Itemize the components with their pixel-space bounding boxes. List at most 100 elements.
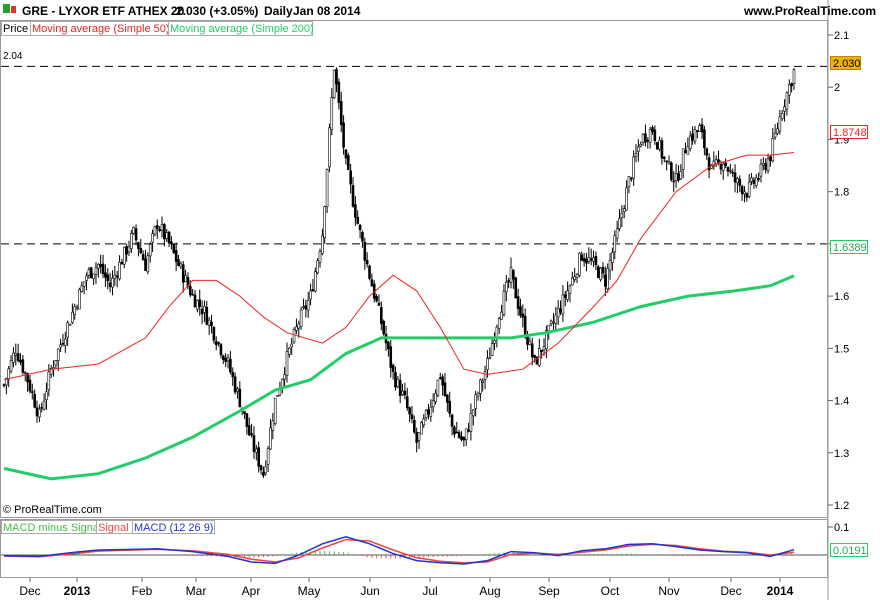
candle-body bbox=[33, 393, 36, 408]
candle-body bbox=[153, 226, 157, 235]
candle-body bbox=[56, 348, 60, 361]
candle-body bbox=[637, 146, 640, 152]
candle-body bbox=[410, 414, 414, 420]
candle-body bbox=[89, 267, 93, 278]
x-tick-label: Sep bbox=[538, 584, 560, 598]
candle-body bbox=[573, 276, 576, 280]
candle-body bbox=[696, 130, 699, 132]
candle-body bbox=[615, 228, 619, 239]
candle-body bbox=[92, 273, 95, 279]
candle-body bbox=[431, 400, 435, 408]
candle-body bbox=[288, 347, 291, 355]
candle-body bbox=[608, 260, 612, 271]
candle-body bbox=[323, 206, 327, 239]
candle-body bbox=[413, 419, 416, 433]
candle-body bbox=[514, 277, 518, 299]
candle-body bbox=[368, 265, 371, 279]
macd-legend: MACD minus Signal Signal MACD (12 26 9) bbox=[1, 520, 215, 534]
candle-body bbox=[302, 306, 305, 308]
candle-body bbox=[495, 326, 499, 339]
candle-body bbox=[523, 315, 527, 338]
badge-ma200-text: 1.6389 bbox=[833, 242, 867, 254]
candle-body bbox=[634, 153, 638, 157]
candle-body bbox=[257, 447, 260, 467]
candle-body bbox=[276, 395, 279, 397]
candle-body bbox=[479, 379, 482, 394]
candle-body bbox=[729, 170, 732, 172]
candle-body bbox=[578, 252, 581, 276]
candle-body bbox=[542, 346, 546, 351]
candle-body bbox=[403, 390, 407, 396]
candle-body bbox=[549, 320, 553, 325]
candle-body bbox=[214, 341, 218, 346]
candle-body bbox=[165, 232, 169, 239]
candle-body bbox=[113, 274, 117, 279]
candle-body bbox=[721, 163, 725, 171]
candle-body bbox=[417, 432, 421, 441]
candle-body bbox=[181, 264, 185, 283]
candle-body bbox=[764, 163, 768, 170]
candle-body bbox=[613, 235, 617, 253]
candle-body bbox=[23, 372, 27, 374]
badge-macd: 0.0191 bbox=[830, 543, 868, 557]
macd-axis: 0.1 bbox=[828, 522, 849, 534]
candle-body bbox=[28, 379, 32, 392]
candle-body bbox=[512, 269, 515, 280]
candle-body bbox=[773, 132, 777, 138]
candle-body bbox=[644, 133, 647, 143]
candle-body bbox=[582, 258, 586, 262]
candle-body bbox=[405, 396, 409, 409]
candle-body bbox=[686, 146, 690, 155]
candle-body bbox=[587, 257, 591, 262]
price-chart[interactable]: GRE - LYXOR ETF ATHEX 20 2.030 (+3.05%) … bbox=[0, 0, 880, 600]
candle-body bbox=[247, 425, 251, 436]
candle-body bbox=[394, 372, 397, 388]
candle-body bbox=[639, 144, 643, 147]
candle-body bbox=[316, 260, 319, 274]
candle-body bbox=[787, 84, 791, 96]
candle-body bbox=[606, 268, 610, 290]
candle-body bbox=[540, 349, 543, 352]
candle-body bbox=[262, 471, 265, 476]
candle-body bbox=[266, 448, 270, 465]
candle-body bbox=[321, 235, 324, 254]
candle-body bbox=[370, 279, 374, 287]
candle-body bbox=[179, 263, 183, 267]
candle-body bbox=[99, 264, 102, 267]
candle-body bbox=[483, 371, 487, 380]
candle-body bbox=[144, 258, 147, 271]
candle-body bbox=[210, 321, 213, 327]
candle-body bbox=[743, 191, 746, 195]
candle-body bbox=[530, 343, 534, 358]
candle-body bbox=[358, 224, 362, 231]
candle-body bbox=[14, 353, 18, 356]
candle-body bbox=[339, 101, 343, 125]
candle-body bbox=[519, 306, 522, 316]
brand-link[interactable]: www.ProRealTime.com bbox=[743, 4, 876, 18]
candle-body bbox=[155, 225, 159, 230]
candle-body bbox=[141, 254, 145, 261]
candle-body bbox=[299, 309, 303, 327]
candle-body bbox=[47, 371, 51, 391]
candle-body bbox=[438, 377, 442, 379]
candle-body bbox=[396, 378, 400, 388]
candle-body bbox=[97, 264, 100, 269]
candle-body bbox=[222, 355, 225, 360]
x-tick-label: 2013 bbox=[64, 584, 91, 598]
candle-body bbox=[285, 351, 289, 376]
candle-body bbox=[337, 81, 341, 103]
candle-body bbox=[762, 163, 765, 166]
candle-body bbox=[111, 277, 114, 288]
x-tick-label: Apr bbox=[242, 584, 261, 598]
candle-body bbox=[75, 306, 79, 309]
candle-body bbox=[203, 306, 206, 313]
candle-body bbox=[54, 360, 58, 366]
price-tick-label: 1.3 bbox=[834, 448, 849, 460]
candle-body bbox=[585, 258, 588, 264]
macd-tick-label: 0.1 bbox=[834, 522, 849, 534]
candle-body bbox=[703, 129, 706, 149]
candle-body bbox=[30, 391, 34, 393]
candle-body bbox=[552, 321, 555, 324]
candle-body bbox=[547, 324, 551, 332]
candle-body bbox=[207, 319, 211, 326]
